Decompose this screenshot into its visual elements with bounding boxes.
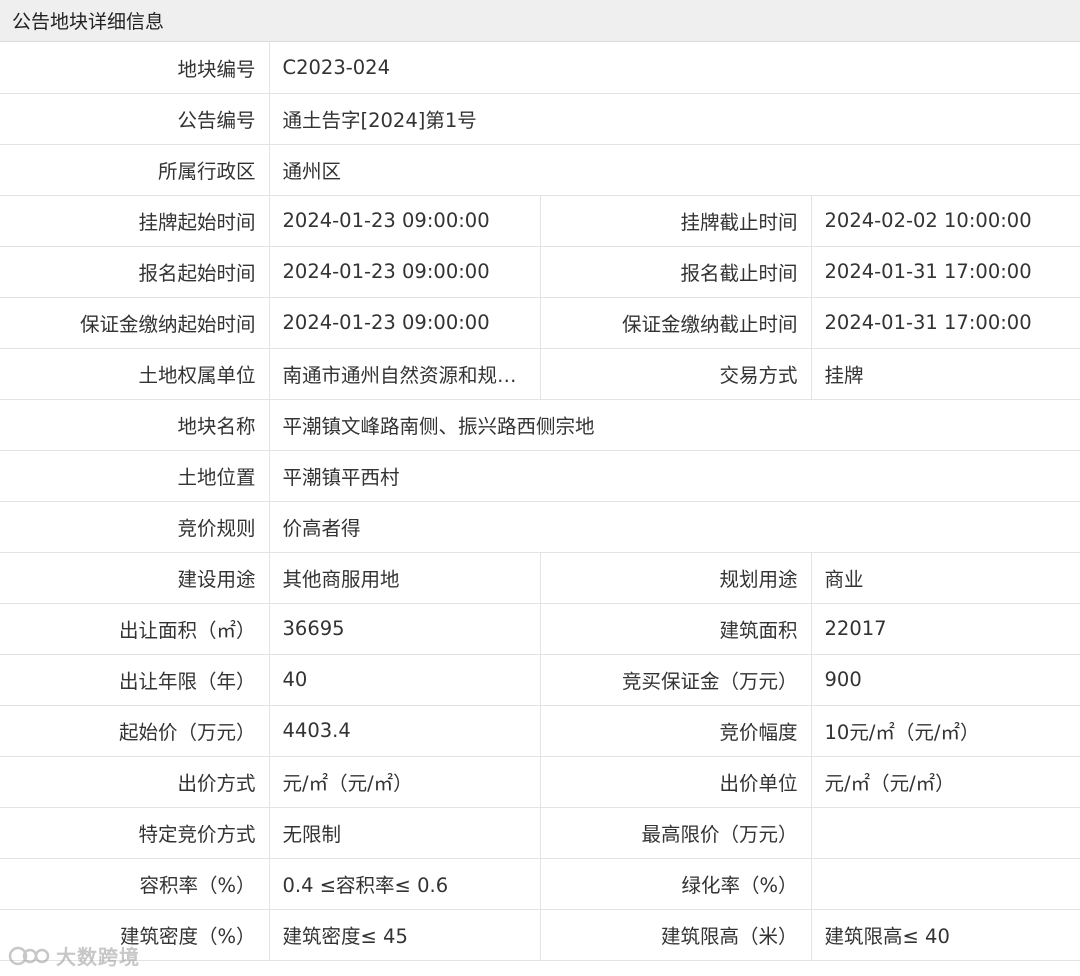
field-value: 900 — [811, 654, 1080, 706]
detail-row: 挂牌起始时间 2024-01-23 09:00:00 挂牌截止时间 2024-02-0… — [0, 195, 1080, 247]
field-value: 通土告字[2024]第1号 — [269, 93, 1080, 145]
field-value: 挂牌 — [811, 348, 1080, 400]
detail-row: 土地位置 平潮镇平西村 — [0, 450, 1080, 502]
field-value: 南通市通州自然资源和规… — [269, 348, 541, 400]
field-value: 2024-02-02 10:00:00 — [811, 195, 1080, 247]
field-label: 最高限价（万元） — [540, 807, 812, 859]
field-value: 平潮镇文峰路南侧、振兴路西侧宗地 — [269, 399, 1080, 451]
field-label: 保证金缴纳截止时间 — [540, 297, 812, 349]
field-value: 建筑密度≤ 45 — [269, 909, 541, 961]
field-label: 建筑面积 — [540, 603, 812, 655]
field-value: 其他商服用地 — [269, 552, 541, 604]
field-label: 报名起始时间 — [0, 246, 270, 298]
panel-title: 公告地块详细信息 — [12, 11, 165, 33]
field-label: 规划用途 — [540, 552, 812, 604]
field-value: 2024-01-23 09:00:00 — [269, 297, 541, 349]
field-label: 公告编号 — [0, 93, 270, 145]
field-label: 交易方式 — [540, 348, 812, 400]
field-value: 36695 — [269, 603, 541, 655]
field-label: 竞价幅度 — [540, 705, 812, 757]
field-value: 价高者得 — [269, 501, 1080, 553]
field-label: 保证金缴纳起始时间 — [0, 297, 270, 349]
field-label: 起始价（万元） — [0, 705, 270, 757]
field-value: 40 — [269, 654, 541, 706]
detail-row: 保证金缴纳起始时间 2024-01-23 09:00:00 保证金缴纳截止时间 202… — [0, 297, 1080, 349]
detail-row: 竞价规则 价高者得 — [0, 501, 1080, 553]
field-label: 竞买保证金（万元） — [540, 654, 812, 706]
field-label: 报名截止时间 — [540, 246, 812, 298]
detail-row: 建设用途 其他商服用地 规划用途 商业 — [0, 552, 1080, 604]
field-label: 所属行政区 — [0, 144, 270, 196]
panel-header: 公告地块详细信息 — [0, 0, 1080, 42]
field-value: 2024-01-31 17:00:00 — [811, 297, 1080, 349]
detail-row: 起始价（万元） 4403.4 竞价幅度 10元/㎡（元/㎡） — [0, 705, 1080, 757]
field-label: 出价方式 — [0, 756, 270, 808]
field-label: 挂牌截止时间 — [540, 195, 812, 247]
field-label: 绿化率（%） — [540, 858, 812, 910]
field-value: 22017 — [811, 603, 1080, 655]
detail-table: 地块编号 C2023-024 公告编号 通土告字[2024]第1号 所属行政区 通州区 挂牌… — [0, 42, 1080, 961]
field-label: 特定竞价方式 — [0, 807, 270, 859]
field-label: 出让面积（㎡） — [0, 603, 270, 655]
field-label: 建设用途 — [0, 552, 270, 604]
field-value: 元/㎡（元/㎡） — [811, 756, 1080, 808]
field-label: 地块名称 — [0, 399, 270, 451]
field-label: 建筑限高（米） — [540, 909, 812, 961]
land-detail-panel: 公告地块详细信息 地块编号 C2023-024 公告编号 通土告字[2024]第1号所… — [0, 0, 1080, 976]
field-value: 4403.4 — [269, 705, 541, 757]
field-label: 土地权属单位 — [0, 348, 270, 400]
detail-row: 建筑密度（%） 建筑密度≤ 45 建筑限高（米） 建筑限高≤ 40 — [0, 909, 1080, 961]
detail-row: 报名起始时间 2024-01-23 09:00:00 报名截止时间 2024-01-3… — [0, 246, 1080, 298]
field-value — [811, 807, 1080, 859]
field-label: 挂牌起始时间 — [0, 195, 270, 247]
detail-row: 特定竞价方式 无限制 最高限价（万元） — [0, 807, 1080, 859]
detail-row: 出价方式 元/㎡（元/㎡） 出价单位 元/㎡（元/㎡） — [0, 756, 1080, 808]
field-value: 10元/㎡（元/㎡） — [811, 705, 1080, 757]
detail-row: 出让年限（年） 40 竞买保证金（万元） 900 — [0, 654, 1080, 706]
field-value: 平潮镇平西村 — [269, 450, 1080, 502]
field-value: 元/㎡（元/㎡） — [269, 756, 541, 808]
field-label: 竞价规则 — [0, 501, 270, 553]
detail-row: 容积率（%） 0.4 ≤容积率≤ 0.6 绿化率（%） — [0, 858, 1080, 910]
field-label: 容积率（%） — [0, 858, 270, 910]
field-value: 2024-01-23 09:00:00 — [269, 195, 541, 247]
detail-row: 地块编号 C2023-024 — [0, 42, 1080, 94]
field-value: 0.4 ≤容积率≤ 0.6 — [269, 858, 541, 910]
field-value: 2024-01-23 09:00:00 — [269, 246, 541, 298]
detail-row: 土地权属单位 南通市通州自然资源和规… 交易方式 挂牌 — [0, 348, 1080, 400]
field-value: 建筑限高≤ 40 — [811, 909, 1080, 961]
detail-row: 公告编号 通土告字[2024]第1号 — [0, 93, 1080, 145]
field-label: 土地位置 — [0, 450, 270, 502]
field-value: C2023-024 — [269, 42, 1080, 94]
field-value — [811, 858, 1080, 910]
detail-row: 地块名称 平潮镇文峰路南侧、振兴路西侧宗地 — [0, 399, 1080, 451]
field-value: 2024-01-31 17:00:00 — [811, 246, 1080, 298]
field-value: 通州区 — [269, 144, 1080, 196]
detail-row: 出让面积（㎡） 36695 建筑面积 22017 — [0, 603, 1080, 655]
field-value: 商业 — [811, 552, 1080, 604]
field-label: 出价单位 — [540, 756, 812, 808]
field-label: 建筑密度（%） — [0, 909, 270, 961]
field-label: 地块编号 — [0, 42, 270, 94]
field-label: 出让年限（年） — [0, 654, 270, 706]
detail-row: 所属行政区 通州区 — [0, 144, 1080, 196]
field-value: 无限制 — [269, 807, 541, 859]
